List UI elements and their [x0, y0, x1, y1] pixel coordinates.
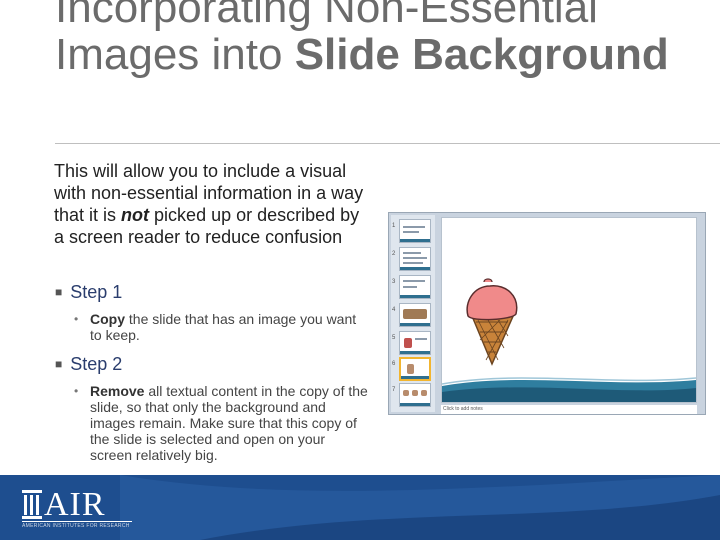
slide-thumbnail[interactable] [399, 383, 431, 407]
ice-cream-cone-icon [466, 278, 518, 366]
step-1-bullet: • Copy the slide that has an image you w… [74, 311, 374, 345]
thumb-number: 3 [392, 279, 396, 285]
dot-bullet-icon: • [74, 384, 79, 398]
slide-thumbnail[interactable] [399, 275, 431, 299]
air-logo-text: AIR [44, 486, 106, 523]
slide-thumbnail-selected[interactable] [399, 357, 431, 381]
step-1-rest: the slide that has an image you want to … [90, 311, 357, 343]
slide-thumbnail[interactable] [399, 303, 431, 327]
slide-swoosh-band [442, 377, 696, 402]
slide-editing-area[interactable] [441, 217, 697, 403]
step-2-bullet: • Remove all textual content in the copy… [74, 383, 374, 463]
step-2-bold: Remove [90, 383, 145, 399]
step-1-bold: Copy [90, 311, 125, 327]
step-1-label: Step 1 [70, 282, 123, 302]
square-bullet-icon: ■ [55, 357, 63, 371]
step-1-text: Copy the slide that has an image you wan… [90, 311, 370, 343]
notes-pane[interactable]: Click to add notes [441, 405, 697, 414]
intro-paragraph: This will allow you to include a visual … [54, 160, 374, 248]
thumb-number: 2 [392, 251, 396, 257]
powerpoint-screenshot: 1 2 3 4 5 6 7 Click to add notes [388, 212, 706, 415]
step-2-heading: ■ Step 2 [55, 354, 122, 375]
dot-bullet-icon: • [74, 312, 79, 326]
step-1-heading: ■ Step 1 [55, 282, 122, 303]
thumb-number: 5 [392, 335, 396, 341]
thumb-number: 1 [392, 223, 396, 229]
air-logo-subtext: AMERICAN INSTITUTES FOR RESEARCH [22, 523, 130, 529]
thumbnail-pane: 1 2 3 4 5 6 7 [391, 215, 435, 412]
slide-thumbnail[interactable] [399, 331, 431, 355]
slide-thumbnail[interactable] [399, 219, 431, 243]
slide-title: Incorporating Non-Essential Images into … [55, 0, 695, 78]
title-bold: Slide Background [294, 30, 669, 79]
thumb-number: 6 [392, 361, 396, 367]
intro-emphasis: not [121, 205, 150, 225]
step-2-text: Remove all textual content in the copy o… [90, 383, 370, 463]
thumb-number: 7 [392, 387, 396, 393]
step-2-label: Step 2 [70, 354, 123, 374]
thumb-number: 4 [392, 307, 396, 313]
slide-thumbnail[interactable] [399, 247, 431, 271]
square-bullet-icon: ■ [55, 285, 63, 299]
title-divider [55, 143, 720, 144]
